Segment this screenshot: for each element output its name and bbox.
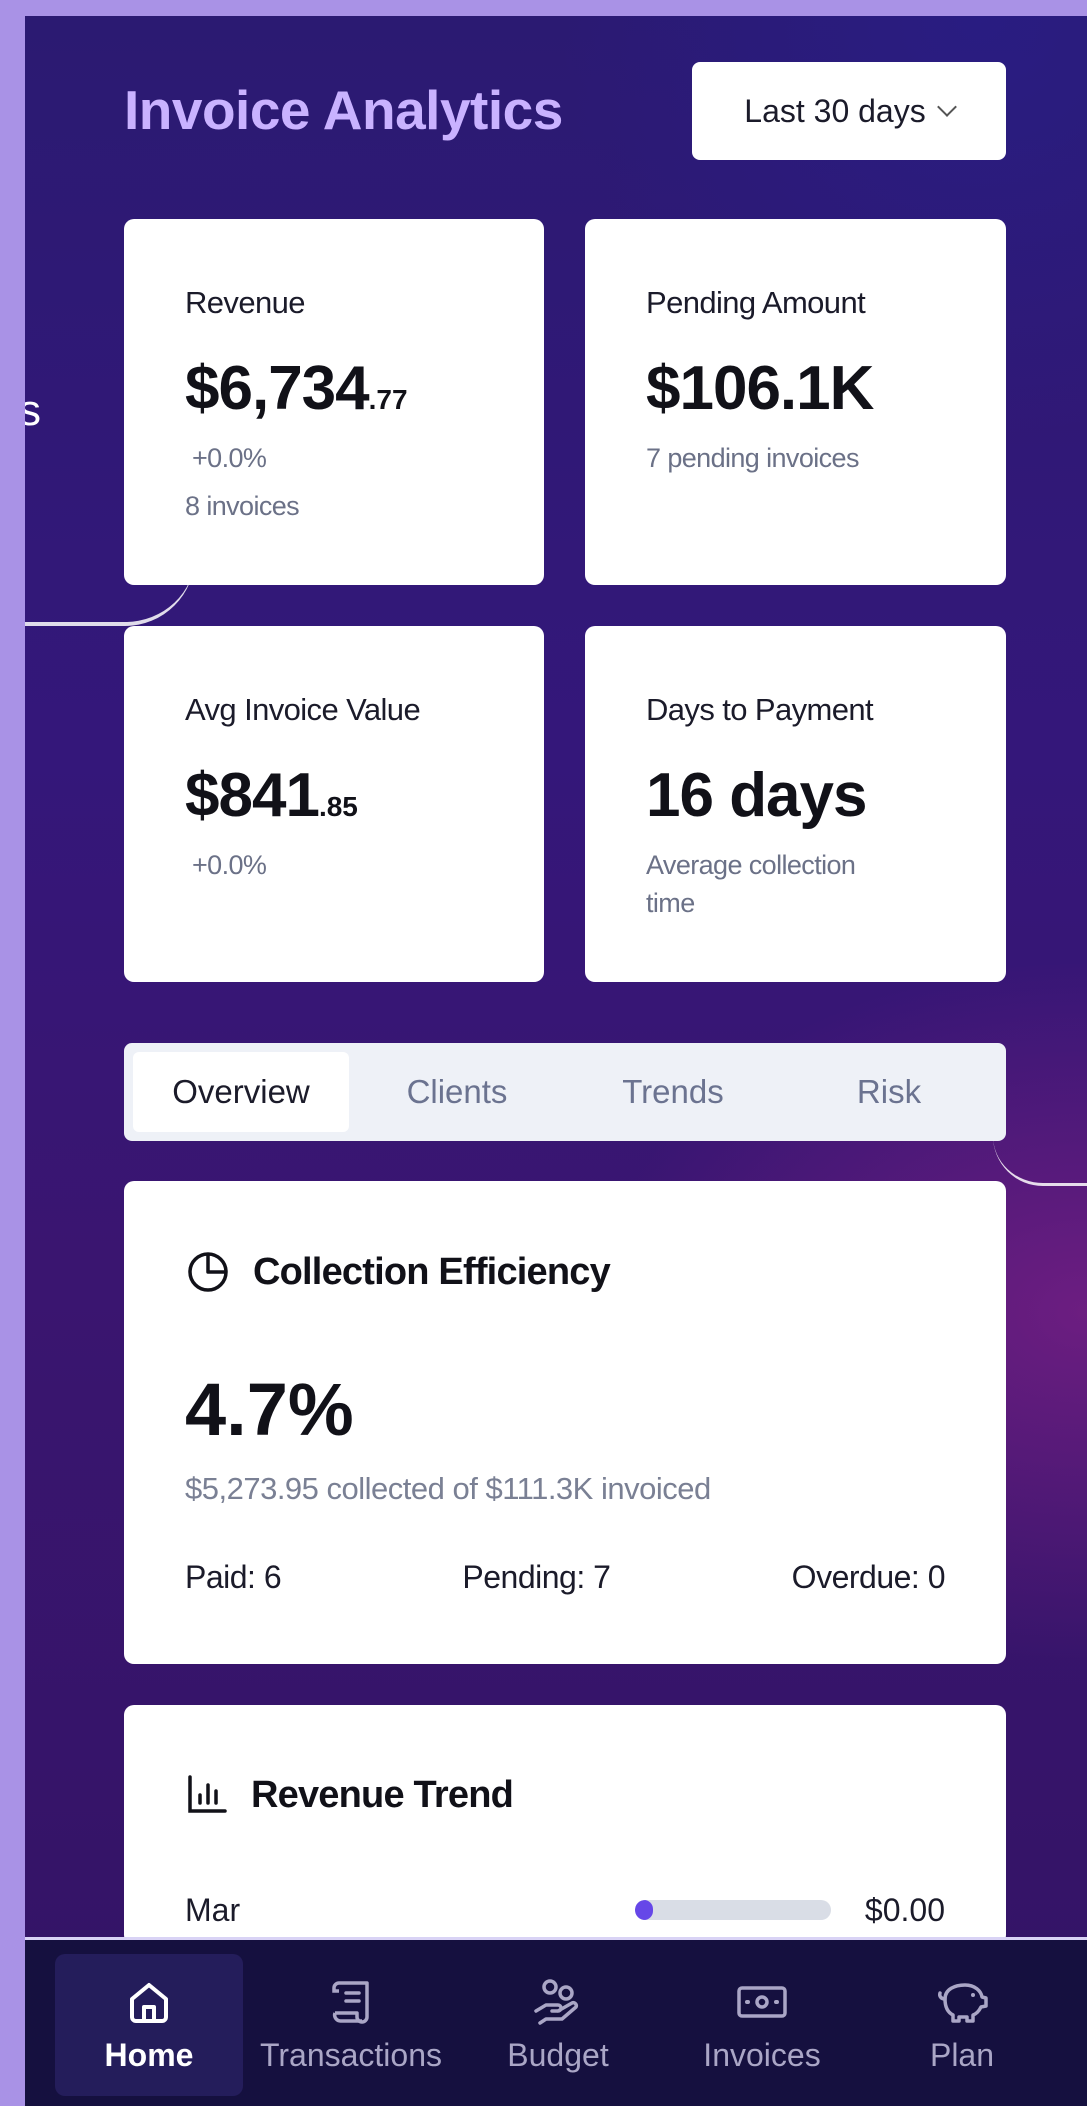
piggy-bank-icon (938, 1982, 988, 2023)
analytics-tabs: Overview Clients Trends Risk (124, 1043, 1006, 1141)
left-text-fragment: s (25, 386, 41, 435)
avg-invoice-value-cents: .85 (318, 791, 358, 822)
bottom-nav: Home Transactions Budget Invoices Plan (25, 1937, 1087, 2106)
trend-month: Mar (185, 1891, 241, 1928)
pending-amount-value: $106.1K (646, 354, 874, 423)
period-dropdown-value: Last 30 days (744, 92, 926, 129)
nav-transactions-label: Transactions (260, 2036, 442, 2073)
pending-invoice-count: 7 pending invoices (646, 443, 859, 473)
nav-home-label: Home (104, 2036, 194, 2073)
avg-invoice-card: Avg Invoice Value $841.85 +0.0% (124, 626, 544, 982)
nav-plan[interactable]: Plan (867, 1954, 1057, 2096)
days-to-payment-label: Days to Payment (646, 692, 874, 727)
collection-efficiency-heading: Collection Efficiency (185, 1249, 611, 1295)
revenue-trend-title: Revenue Trend (251, 1773, 514, 1816)
nav-home[interactable]: Home (55, 1954, 243, 2096)
trend-bar-fill (635, 1900, 653, 1920)
page-title: Invoice Analytics (124, 79, 563, 141)
nav-transactions[interactable]: Transactions (243, 1954, 459, 2096)
tab-trends[interactable]: Trends (565, 1052, 781, 1132)
revenue-change: +0.0% (192, 443, 267, 473)
decorative-swoosh-right (993, 1136, 1087, 1186)
nav-invoices[interactable]: Invoices (657, 1954, 867, 2096)
avg-invoice-value-main: $841 (185, 761, 320, 830)
avg-invoice-value: $841.85 (185, 760, 358, 831)
pie-chart-icon (188, 1252, 228, 1292)
period-dropdown[interactable]: Last 30 days (692, 62, 1006, 160)
tab-clients[interactable]: Clients (349, 1052, 565, 1132)
revenue-card: Revenue $6,734.77 +0.0% 8 invoices (124, 219, 544, 585)
hand-coins-icon (534, 1978, 579, 2025)
revenue-value-cents: .77 (368, 384, 408, 415)
tab-risk[interactable]: Risk (781, 1052, 997, 1132)
nav-budget-label: Budget (507, 2036, 609, 2073)
collection-efficiency-value: 4.7% (185, 1368, 354, 1451)
tab-overview[interactable]: Overview (133, 1052, 349, 1132)
trend-bar (635, 1900, 831, 1920)
pending-amount-card: Pending Amount $106.1K 7 pending invoice… (585, 219, 1006, 585)
overdue-count: Overdue: 0 (791, 1559, 946, 1595)
revenue-trend-card: Revenue Trend Mar $0.00 (124, 1705, 1006, 1945)
banknote-icon (737, 1985, 787, 2018)
avg-invoice-change: +0.0% (192, 850, 267, 880)
collection-efficiency-stats: Paid: 6 Pending: 7 Overdue: 0 (185, 1559, 945, 1596)
trend-value: $0.00 (864, 1891, 945, 1928)
days-to-payment-sub-2: time (646, 888, 695, 918)
collection-efficiency-title: Collection Efficiency (253, 1250, 611, 1293)
avg-invoice-label: Avg Invoice Value (185, 692, 421, 727)
collection-efficiency-summary: $5,273.95 collected of $111.3K invoiced (185, 1471, 711, 1506)
revenue-value-main: $6,734 (185, 354, 370, 423)
chevron-down-icon (936, 97, 957, 117)
pending-count: Pending: 7 (462, 1559, 611, 1595)
days-to-payment-card: Days to Payment 16 days Average collecti… (585, 626, 1006, 982)
days-to-payment-sub-1: Average collection (646, 850, 856, 880)
scroll-icon (332, 1980, 369, 2024)
nav-invoices-label: Invoices (703, 2036, 821, 2073)
home-icon (130, 1982, 168, 2023)
days-to-payment-value: 16 days (646, 761, 868, 830)
revenue-invoice-count: 8 invoices (185, 491, 300, 521)
revenue-trend-heading: Revenue Trend (185, 1773, 514, 1817)
paid-count: Paid: 6 (185, 1559, 282, 1595)
revenue-label: Revenue (185, 285, 306, 320)
nav-plan-label: Plan (929, 2036, 995, 2073)
bar-chart-icon (188, 1775, 227, 1813)
revenue-value: $6,734.77 (185, 353, 408, 424)
nav-budget[interactable]: Budget (459, 1954, 657, 2096)
collection-efficiency-card: Collection Efficiency 4.7% $5,273.95 col… (124, 1181, 1006, 1664)
pending-amount-label: Pending Amount (646, 285, 866, 320)
trend-row: Mar $0.00 (185, 1890, 945, 1930)
